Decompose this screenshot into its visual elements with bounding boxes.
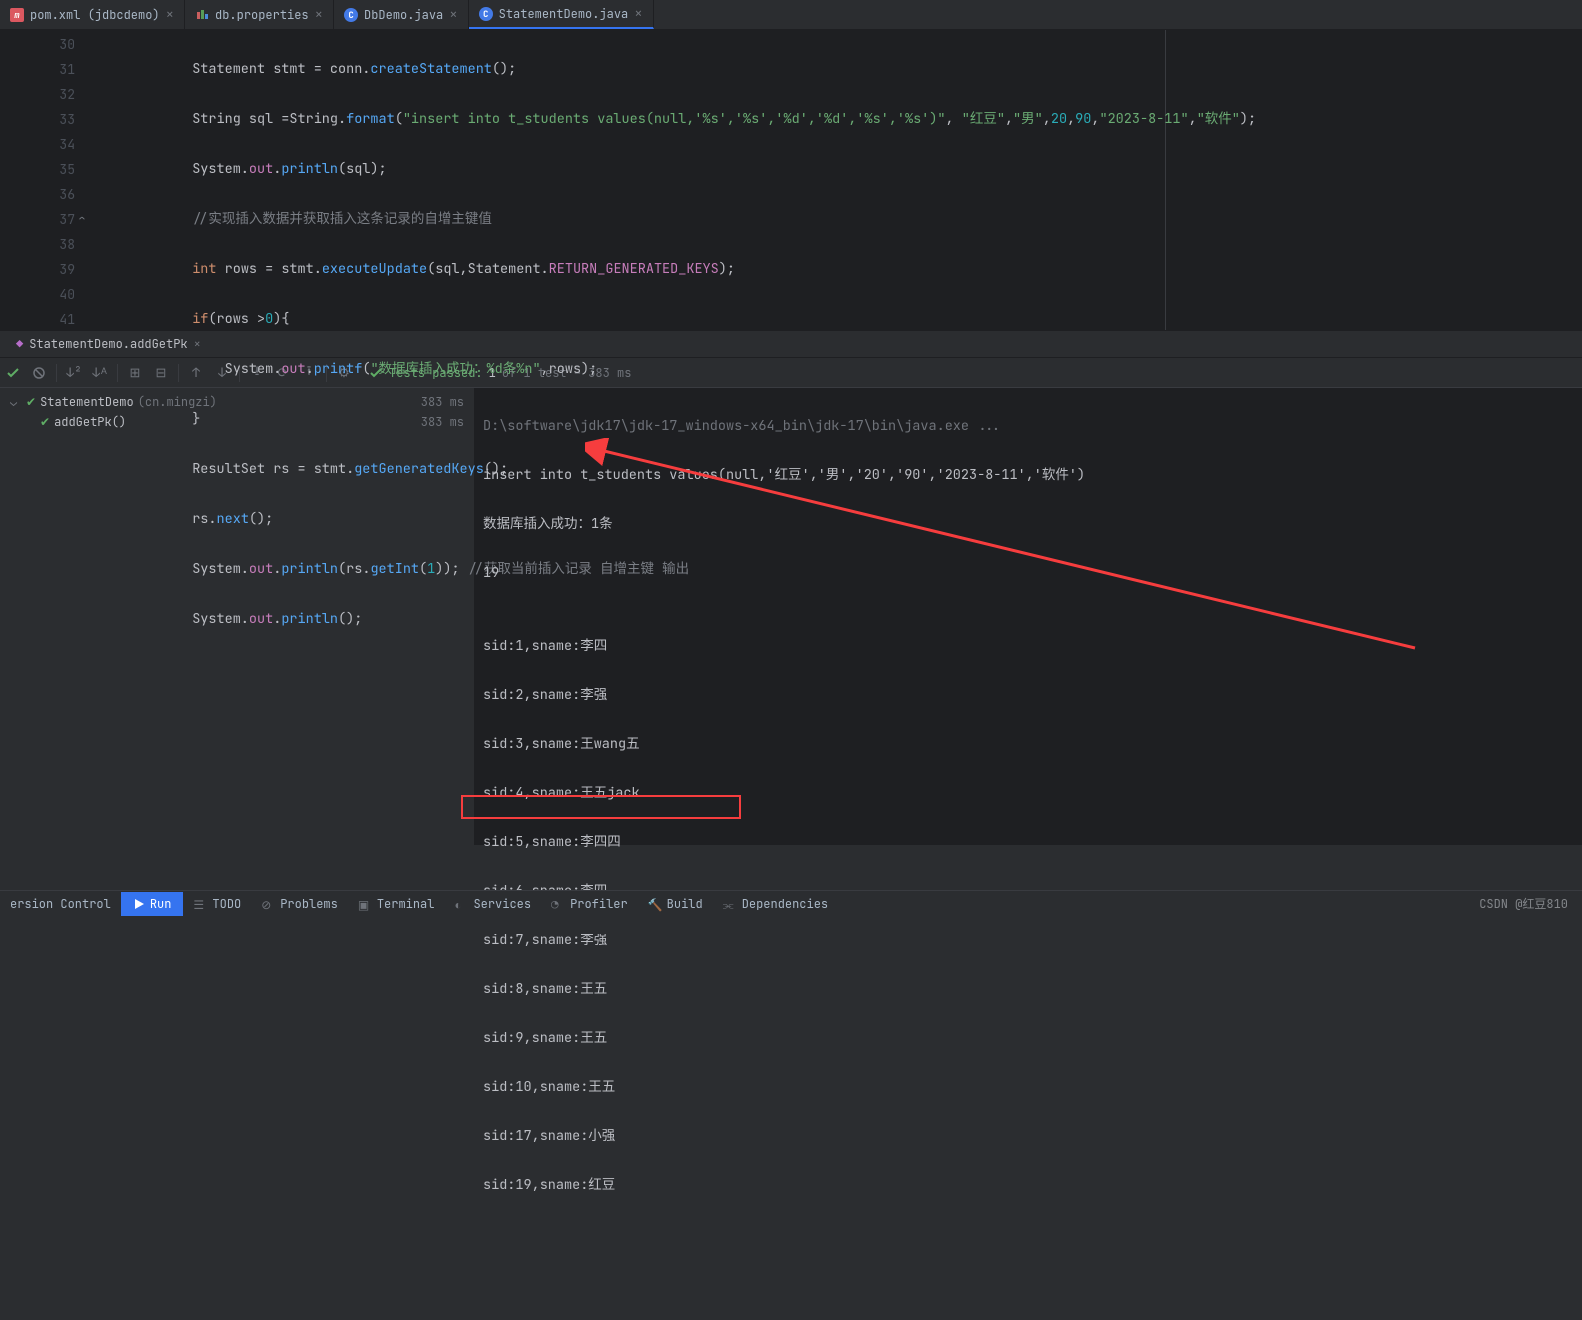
sort-button[interactable]: ↓²: [61, 360, 87, 386]
version-control-button[interactable]: ersion Control: [0, 896, 121, 912]
problems-button[interactable]: ⊘Problems: [251, 896, 348, 912]
maven-icon: m: [10, 8, 24, 22]
warning-icon: ⊘: [261, 897, 275, 911]
tab-statementdemo[interactable]: C StatementDemo.java ×: [469, 0, 654, 29]
tab-dbprops[interactable]: db.properties ×: [185, 0, 334, 29]
terminal-icon: ▣: [358, 897, 372, 911]
code-area[interactable]: Statement stmt = conn.createStatement();…: [95, 30, 1582, 330]
console-output[interactable]: D:\software\jdk17\jdk-17_windows-x64_bin…: [475, 388, 1582, 845]
properties-icon: [195, 8, 209, 22]
tab-label: pom.xml (jdbcdemo): [30, 7, 160, 23]
tab-label: StatementDemo.java: [499, 6, 629, 22]
close-icon[interactable]: ×: [634, 5, 642, 23]
terminal-button[interactable]: ▣Terminal: [348, 896, 445, 912]
deps-icon: ⫘: [723, 897, 737, 911]
fold-icon[interactable]: ⌃: [78, 207, 86, 232]
tab-pom[interactable]: m pom.xml (jdbcdemo) ×: [0, 0, 185, 29]
tool-window-bar: ersion Control Run ☰TODO ⊘Problems ▣Term…: [0, 890, 1582, 916]
close-icon[interactable]: ×: [315, 6, 323, 24]
run-button[interactable]: Run: [121, 892, 184, 916]
java-class-icon: C: [479, 7, 493, 21]
build-button[interactable]: 🔨Build: [638, 896, 713, 912]
tab-dbdemo[interactable]: C DbDemo.java ×: [334, 0, 469, 29]
play-icon: [133, 898, 145, 910]
todo-button[interactable]: ☰TODO: [183, 896, 251, 912]
editor-tabs: m pom.xml (jdbcdemo) × db.properties × C…: [0, 0, 1582, 30]
close-icon[interactable]: ×: [449, 6, 457, 24]
code-editor[interactable]: 303132 333435 36 37⌃ 38394041 Statement …: [0, 30, 1582, 330]
services-icon: ◐: [454, 897, 468, 911]
services-button[interactable]: ◐Services: [444, 896, 541, 912]
check-icon: ✔: [26, 394, 36, 410]
method-icon: ◆: [16, 336, 23, 352]
chevron-down-icon[interactable]: ⌄: [10, 394, 22, 410]
check-icon: ✔: [40, 414, 50, 430]
profiler-button[interactable]: ◔Profiler: [541, 896, 638, 912]
profiler-icon: ◔: [551, 897, 565, 911]
hammer-icon: 🔨: [648, 897, 662, 911]
dependencies-button[interactable]: ⫘Dependencies: [713, 896, 838, 912]
close-icon[interactable]: ×: [166, 6, 174, 24]
java-class-icon: C: [344, 8, 358, 22]
tab-label: DbDemo.java: [364, 7, 443, 23]
tab-label: db.properties: [215, 7, 309, 23]
watermark: CSDN @红豆810: [1479, 895, 1568, 912]
annotation-box: [461, 795, 741, 819]
line-gutter: 303132 333435 36 37⌃ 38394041: [0, 30, 95, 330]
status-bar: [0, 916, 1582, 934]
list-icon: ☰: [193, 897, 207, 911]
show-ignored-button[interactable]: [26, 360, 52, 386]
show-passed-button[interactable]: [0, 360, 26, 386]
